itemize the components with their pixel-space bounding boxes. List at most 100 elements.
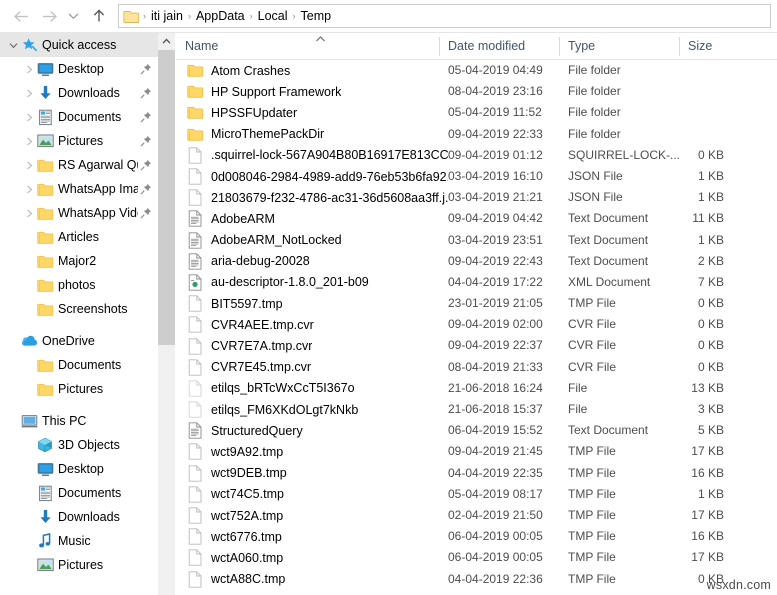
sidebar-item-this-pc[interactable]: This PC <box>0 409 158 433</box>
sidebar-item-screenshots[interactable]: Screenshots <box>0 297 158 321</box>
file-list-row[interactable]: CVR4AEE.tmp.cvr 09-04-2019 02:00 CVR File 0… <box>176 314 777 335</box>
file-name-cell[interactable]: .squirrel-lock-567A904B80B16917E813CC... <box>176 145 448 166</box>
sidebar-item-documents[interactable]: Documents <box>0 105 158 129</box>
chevron-right-icon[interactable] <box>22 201 36 225</box>
chevron-right-icon[interactable] <box>22 153 36 177</box>
file-name-cell[interactable]: CVR7E45.tmp.cvr <box>176 357 448 378</box>
file-name-cell[interactable]: wctA88C.tmp <box>176 569 448 590</box>
sidebar-item-whatsapp-video[interactable]: WhatsApp Video <box>0 201 158 225</box>
file-name-cell[interactable]: AdobeARM_NotLocked <box>176 230 448 251</box>
file-list-row[interactable]: HP Support Framework 08-04-2019 23:16 File… <box>176 81 777 102</box>
file-list-row[interactable]: wct74C5.tmp 05-04-2019 08:17 TMP File 1 KB <box>176 484 777 505</box>
breadcrumb-item-appdata[interactable]: AppData <box>192 5 249 27</box>
file-name-cell[interactable]: aria-debug-20028 <box>176 251 448 272</box>
file-name-cell[interactable]: CVR4AEE.tmp.cvr <box>176 314 448 335</box>
breadcrumb-item-iti-jain[interactable]: iti jain <box>147 5 187 27</box>
sidebar-item-onedrive[interactable]: OneDrive <box>0 329 158 353</box>
file-list-row[interactable]: .squirrel-lock-567A904B80B16917E813CC...… <box>176 145 777 166</box>
file-name-cell[interactable]: wct752A.tmp <box>176 505 448 526</box>
sidebar-item-quick-access[interactable]: Quick access <box>0 33 158 57</box>
file-name-cell[interactable]: au-descriptor-1.8.0_201-b09 <box>176 272 448 293</box>
recent-locations-chevron-down-icon[interactable] <box>64 3 82 29</box>
file-name-cell[interactable]: CVR7E7A.tmp.cvr <box>176 335 448 356</box>
column-header-type[interactable]: Type <box>559 33 679 60</box>
file-list-row[interactable]: Atom Crashes 05-04-2019 04:49 File folder <box>176 60 777 81</box>
sidebar-item-documents[interactable]: Documents <box>0 481 158 505</box>
sidebar-item-pictures[interactable]: Pictures <box>0 377 158 401</box>
column-header-name[interactable]: Name <box>176 33 448 60</box>
address-bar[interactable]: › iti jain › AppData › Local › Temp <box>118 4 771 28</box>
chevron-right-icon[interactable] <box>22 129 36 153</box>
navigation-pane[interactable]: Quick access Desktop Downloads Documents Pic… <box>0 33 158 595</box>
sidebar-item-desktop[interactable]: Desktop <box>0 57 158 81</box>
file-list-row[interactable]: wct752A.tmp 02-04-2019 21:50 TMP File 17 KB <box>176 505 777 526</box>
sidebar-item-documents[interactable]: Documents <box>0 353 158 377</box>
scrollbar-up-arrow-icon[interactable] <box>158 33 175 50</box>
file-name-cell[interactable]: etilqs_FM6XKdOLgt7kNkb <box>176 399 448 420</box>
file-list-row[interactable]: wct9DEB.tmp 04-04-2019 22:35 TMP File 16 KB <box>176 463 777 484</box>
breadcrumb-item-local[interactable]: Local <box>254 5 292 27</box>
file-list-row[interactable]: 0d008046-2984-4989-add9-76eb53b6fa92... 0… <box>176 166 777 187</box>
pin-icon[interactable] <box>138 135 154 147</box>
file-list-row[interactable]: etilqs_bRTcWxCcT5I367o 21-06-2018 16:24 Fi… <box>176 378 777 399</box>
pin-icon[interactable] <box>138 159 154 171</box>
sidebar-item-desktop[interactable]: Desktop <box>0 457 158 481</box>
chevron-right-icon[interactable] <box>22 57 36 81</box>
pin-icon[interactable] <box>138 63 154 75</box>
file-list-row[interactable]: wctA88C.tmp 04-04-2019 22:36 TMP File 0 KB <box>176 569 777 590</box>
file-name-cell[interactable]: BIT5597.tmp <box>176 293 448 314</box>
file-name-cell[interactable]: AdobeARM <box>176 208 448 229</box>
sidebar-item-whatsapp-image[interactable]: WhatsApp Image <box>0 177 158 201</box>
column-header-size[interactable]: Size <box>679 33 777 60</box>
file-name-cell[interactable]: 0d008046-2984-4989-add9-76eb53b6fa92... <box>176 166 448 187</box>
chevron-right-icon[interactable] <box>22 81 36 105</box>
sidebar-item-3d-objects[interactable]: 3D Objects <box>0 433 158 457</box>
sidebar-item-pictures[interactable]: Pictures <box>0 129 158 153</box>
sidebar-item-rs-agarwal-quan[interactable]: RS Agarwal Quan <box>0 153 158 177</box>
file-list-row[interactable]: BIT5597.tmp 23-01-2019 21:05 TMP File 0 KB <box>176 293 777 314</box>
file-list-row[interactable]: AdobeARM_NotLocked 03-04-2019 23:51 Text D… <box>176 230 777 251</box>
file-name-cell[interactable]: wctA060.tmp <box>176 547 448 568</box>
file-list-row[interactable]: MicroThemePackDir 09-04-2019 22:33 File fo… <box>176 124 777 145</box>
file-name-cell[interactable]: HPSSFUpdater <box>176 102 448 123</box>
file-name-cell[interactable]: MicroThemePackDir <box>176 124 448 145</box>
file-name-cell[interactable]: wct9A92.tmp <box>176 441 448 462</box>
up-one-level-button[interactable] <box>86 3 112 29</box>
file-list-row[interactable]: wctA060.tmp 06-04-2019 00:05 TMP File 17 KB <box>176 547 777 568</box>
sidebar-item-articles[interactable]: Articles <box>0 225 158 249</box>
pin-icon[interactable] <box>138 87 154 99</box>
chevron-right-icon[interactable] <box>22 177 36 201</box>
file-list-row[interactable]: wct6776.tmp 06-04-2019 00:05 TMP File 16 KB <box>176 526 777 547</box>
sidebar-item-major2[interactable]: Major2 <box>0 249 158 273</box>
chevron-down-icon[interactable] <box>6 33 20 57</box>
chevron-right-icon[interactable] <box>22 105 36 129</box>
file-list-row[interactable]: HPSSFUpdater 05-04-2019 11:52 File folder <box>176 102 777 123</box>
file-name-cell[interactable]: 21803679-f232-4786-ac31-36d5608aa3ff.j..… <box>176 187 448 208</box>
file-name-cell[interactable]: wct74C5.tmp <box>176 484 448 505</box>
file-list-row[interactable]: AdobeARM 09-04-2019 04:42 Text Document 11 … <box>176 208 777 229</box>
sidebar-item-music[interactable]: Music <box>0 529 158 553</box>
file-list-row[interactable]: CVR7E45.tmp.cvr 08-04-2019 21:33 CVR File 0… <box>176 357 777 378</box>
sidebar-item-downloads[interactable]: Downloads <box>0 505 158 529</box>
file-list-row[interactable]: au-descriptor-1.8.0_201-b09 04-04-2019 17… <box>176 272 777 293</box>
file-list-row[interactable]: 21803679-f232-4786-ac31-36d5608aa3ff.j..… <box>176 187 777 208</box>
file-name-cell[interactable]: wct9DEB.tmp <box>176 463 448 484</box>
file-list-row[interactable]: wct9A92.tmp 09-04-2019 21:45 TMP File 17 KB <box>176 441 777 462</box>
pin-icon[interactable] <box>138 183 154 195</box>
file-name-cell[interactable]: StructuredQuery <box>176 420 448 441</box>
column-header-date-modified[interactable]: Date modified <box>439 33 559 60</box>
forward-button[interactable] <box>36 3 62 29</box>
sidebar-item-pictures[interactable]: Pictures <box>0 553 158 577</box>
file-list-row[interactable]: aria-debug-20028 09-04-2019 22:43 Text Doc… <box>176 251 777 272</box>
file-name-cell[interactable]: Atom Crashes <box>176 60 448 81</box>
file-name-cell[interactable]: etilqs_bRTcWxCcT5I367o <box>176 378 448 399</box>
sidebar-item-photos[interactable]: photos <box>0 273 158 297</box>
file-list-row[interactable]: StructuredQuery 06-04-2019 15:52 Text Docu… <box>176 420 777 441</box>
sidebar-item-downloads[interactable]: Downloads <box>0 81 158 105</box>
file-list-row[interactable]: CVR7E7A.tmp.cvr 09-04-2019 22:37 CVR File 0… <box>176 335 777 356</box>
breadcrumb-item-temp[interactable]: Temp <box>297 5 336 27</box>
file-name-cell[interactable]: wct6776.tmp <box>176 526 448 547</box>
pin-icon[interactable] <box>138 207 154 219</box>
file-name-cell[interactable]: HP Support Framework <box>176 81 448 102</box>
navigation-pane-scrollbar[interactable] <box>158 33 175 595</box>
